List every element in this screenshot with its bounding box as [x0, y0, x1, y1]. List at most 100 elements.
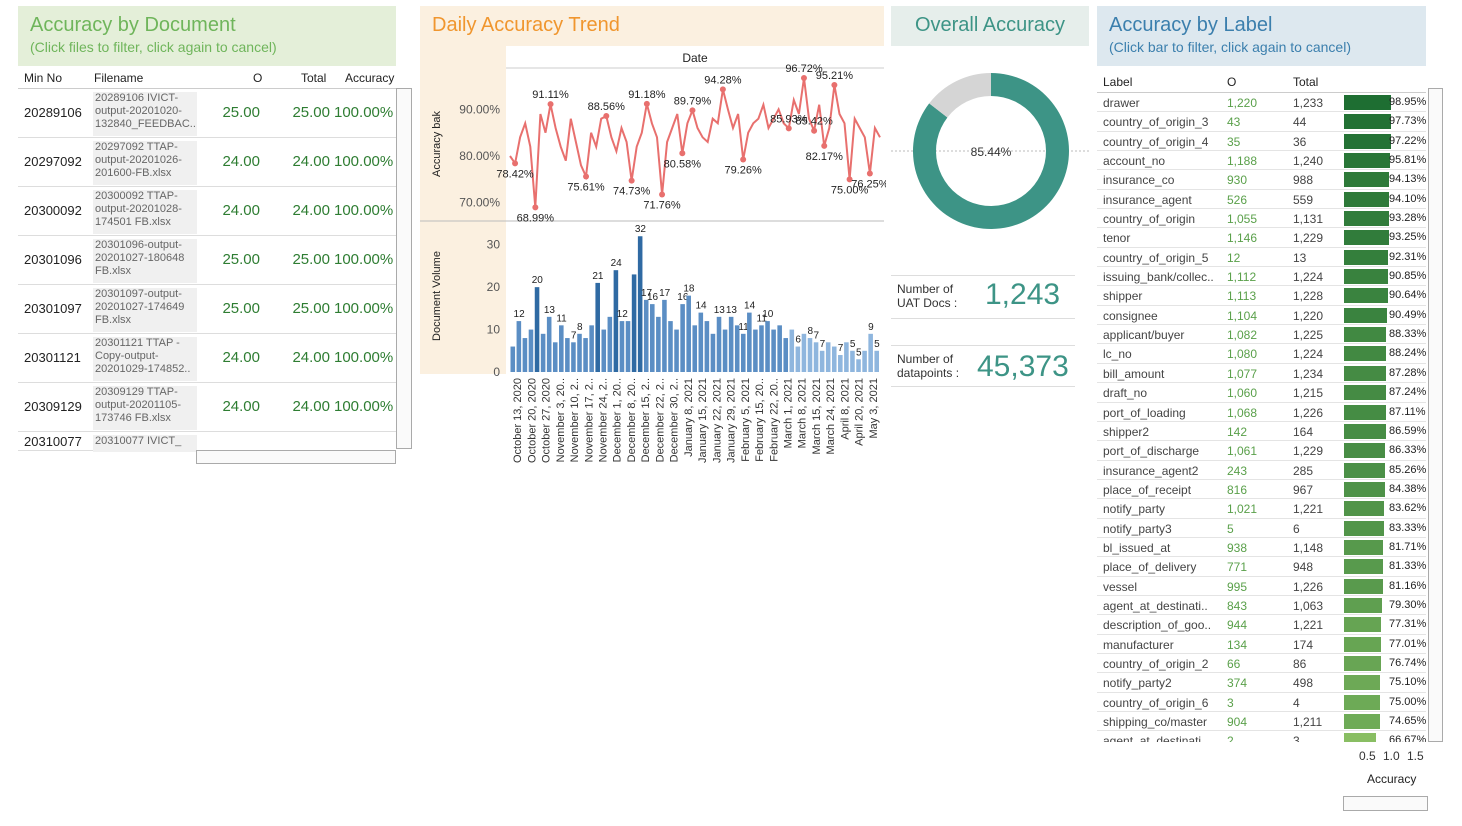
- overall-donut-chart[interactable]: 85.44%: [891, 66, 1091, 236]
- volume-bar[interactable]: [571, 342, 576, 372]
- label-table-row[interactable]: country_of_origin_4 35 36 97.22%: [1097, 132, 1426, 152]
- label-accuracy-bar[interactable]: [1344, 578, 1383, 594]
- volume-bar[interactable]: [583, 338, 588, 372]
- label-accuracy-bar[interactable]: [1344, 346, 1386, 362]
- label-accuracy-bar[interactable]: [1344, 443, 1385, 459]
- col-accuracy[interactable]: Accuracy: [345, 71, 394, 85]
- label-table-row[interactable]: place_of_delivery 771 948 81.33%: [1097, 557, 1426, 577]
- volume-bar[interactable]: [546, 316, 552, 372]
- label-table-row[interactable]: notify_party2 374 498 75.10%: [1097, 673, 1426, 693]
- volume-bar[interactable]: [595, 282, 600, 372]
- label-accuracy-bar[interactable]: [1344, 694, 1380, 710]
- accuracy-point[interactable]: [547, 101, 554, 108]
- label-accuracy-bar[interactable]: [1344, 655, 1381, 671]
- label-table-row[interactable]: account_no 1,188 1,240 95.81%: [1097, 151, 1426, 171]
- volume-bar[interactable]: [698, 312, 704, 372]
- trend-chart[interactable]: Date Accuracy bak Document Volume 70.00%…: [420, 46, 886, 466]
- label-table-row[interactable]: port_of_discharge 1,061 1,229 86.33%: [1097, 441, 1426, 461]
- accuracy-point[interactable]: [532, 204, 539, 211]
- label-table-row[interactable]: lc_no 1,080 1,224 88.24%: [1097, 344, 1426, 364]
- label-accuracy-bar[interactable]: [1344, 423, 1386, 439]
- volume-bar[interactable]: [607, 316, 613, 372]
- accuracy-point[interactable]: [583, 173, 590, 180]
- label-accuracy-bar[interactable]: [1344, 95, 1391, 110]
- label-table-row[interactable]: vessel 995 1,226 81.16%: [1097, 577, 1426, 596]
- doc-filename[interactable]: 20310077 IVICT_: [93, 435, 197, 452]
- volume-bar[interactable]: [674, 329, 679, 372]
- label-accuracy-bar[interactable]: [1344, 636, 1381, 652]
- volume-bar[interactable]: [686, 295, 691, 372]
- label-accuracy-bar[interactable]: [1344, 249, 1388, 265]
- label-accuracy-bar[interactable]: [1344, 114, 1391, 130]
- col-label[interactable]: Label: [1103, 75, 1132, 89]
- label-table-row[interactable]: description_of_goo.. 944 1,221 77.31%: [1097, 615, 1426, 635]
- volume-bar[interactable]: [716, 316, 722, 372]
- volume-bar[interactable]: [631, 274, 637, 372]
- volume-bar[interactable]: [668, 321, 673, 372]
- label-accuracy-bar[interactable]: [1344, 172, 1389, 188]
- volume-bar[interactable]: [862, 350, 867, 372]
- volume-bar[interactable]: [565, 338, 570, 372]
- label-table-row[interactable]: country_of_origin_3 43 44 97.73%: [1097, 112, 1426, 132]
- label-table-row[interactable]: draft_no 1,060 1,215 87.24%: [1097, 383, 1426, 403]
- label-accuracy-bar[interactable]: [1344, 288, 1388, 304]
- label-accuracy-bar[interactable]: [1344, 191, 1389, 207]
- volume-bar[interactable]: [771, 329, 776, 372]
- label-accuracy-bar[interactable]: [1344, 153, 1390, 169]
- label-accuracy-bar[interactable]: [1344, 714, 1380, 729]
- volume-bar[interactable]: [759, 325, 764, 372]
- volume-bar[interactable]: [831, 346, 837, 372]
- volume-bar[interactable]: [613, 270, 619, 372]
- volume-bar[interactable]: [844, 342, 849, 372]
- col-total[interactable]: Total: [301, 71, 326, 85]
- doc-table-row[interactable]: 20297092 20297092 TTAP-output-20201026-20…: [18, 138, 396, 187]
- label-accuracy-bar[interactable]: [1344, 597, 1382, 613]
- accuracy-point[interactable]: [821, 142, 828, 149]
- label-table-row[interactable]: insurance_agent2 243 285 85.26%: [1097, 461, 1426, 480]
- doc-table-row[interactable]: 20300092 20300092 TTAP-output-20201028-17…: [18, 187, 396, 236]
- label-accuracy-bar[interactable]: [1344, 462, 1385, 478]
- doc-filename[interactable]: 20301121 TTAP - Copy-output-20201029-174…: [93, 337, 197, 381]
- label-accuracy-bar[interactable]: [1344, 211, 1389, 227]
- label-table-row[interactable]: place_of_receipt 816 967 84.38%: [1097, 480, 1426, 500]
- label-table-row[interactable]: shipper2 142 164 86.59%: [1097, 422, 1426, 442]
- accuracy-point[interactable]: [719, 86, 726, 93]
- volume-bar[interactable]: [625, 321, 631, 372]
- volume-bar[interactable]: [783, 338, 789, 372]
- accuracy-point[interactable]: [866, 170, 873, 177]
- doc-filename[interactable]: 20301097-output-20201027-174649 FB.xlsx: [93, 288, 197, 332]
- volume-bar[interactable]: [795, 346, 801, 372]
- volume-bar[interactable]: [728, 316, 734, 372]
- label-table-row[interactable]: shipper 1,113 1,228 90.64%: [1097, 286, 1426, 306]
- volume-bar[interactable]: [710, 333, 716, 372]
- accuracy-point[interactable]: [800, 74, 807, 81]
- volume-bar[interactable]: [589, 325, 594, 372]
- doc-filename[interactable]: 20309129 TTAP-output-20201105-173746 FB.…: [93, 386, 197, 430]
- volume-bar[interactable]: [777, 325, 782, 372]
- accuracy-point[interactable]: [659, 191, 666, 198]
- label-table-row[interactable]: bill_amount 1,077 1,234 87.28%: [1097, 364, 1426, 384]
- doc-table-row[interactable]: 20301121 20301121 TTAP - Copy-output-2020…: [18, 334, 396, 383]
- doc-table-row[interactable]: 20310077 20310077 IVICT_: [18, 432, 396, 452]
- col-min-no[interactable]: Min No: [24, 71, 62, 85]
- label-table-row[interactable]: notify_party 1,021 1,221 83.62%: [1097, 499, 1426, 519]
- doc-filename[interactable]: 20301096-output-20201027-180648 FB.xlsx: [93, 239, 197, 283]
- label-table-row[interactable]: insurance_agent 526 559 94.10%: [1097, 190, 1426, 210]
- accuracy-point[interactable]: [603, 113, 610, 120]
- label-accuracy-bar[interactable]: [1344, 307, 1387, 323]
- volume-bar[interactable]: [534, 287, 540, 372]
- label-table-row[interactable]: manufacturer 134 174 77.01%: [1097, 635, 1426, 654]
- doc-table-row[interactable]: 20301097 20301097-output-20201027-174649 …: [18, 285, 396, 334]
- label-table-row[interactable]: issuing_bank/collec.. 1,112 1,224 90.85%: [1097, 267, 1426, 287]
- doc-filename[interactable]: 20297092 TTAP-output-20201026-201600-FB.…: [93, 141, 197, 185]
- label-accuracy-bar[interactable]: [1344, 559, 1383, 575]
- label-accuracy-bar[interactable]: [1344, 404, 1386, 420]
- volume-bar[interactable]: [868, 333, 873, 372]
- volume-bar[interactable]: [825, 342, 831, 372]
- volume-bar[interactable]: [838, 355, 843, 372]
- doc-table-row[interactable]: 20301096 20301096-output-20201027-180648 …: [18, 236, 396, 285]
- col-filename[interactable]: Filename: [94, 71, 143, 85]
- volume-bar[interactable]: [662, 299, 667, 372]
- volume-bar[interactable]: [528, 329, 534, 372]
- label-table-row[interactable]: tenor 1,146 1,229 93.25%: [1097, 228, 1426, 248]
